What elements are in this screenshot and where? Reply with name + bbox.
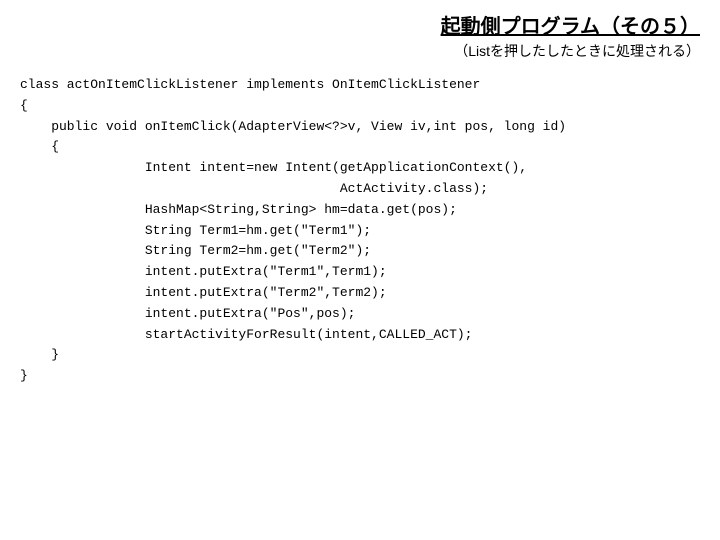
code-line: String Term2=hm.get("Term2"); [20, 243, 371, 258]
page-title: 起動側プログラム（その５） [441, 10, 700, 39]
page-subtitle: （Listを押したしたときに処理される） [20, 41, 700, 61]
code-line: public void onItemClick(AdapterView<?>v,… [20, 119, 566, 134]
code-line: } [20, 347, 59, 362]
code-line: intent.putExtra("Pos",pos); [20, 306, 355, 321]
code-line: String Term1=hm.get("Term1"); [20, 223, 371, 238]
code-line: HashMap<String,String> hm=data.get(pos); [20, 202, 457, 217]
code-line: intent.putExtra("Term2",Term2); [20, 285, 387, 300]
code-line: Intent intent=new Intent(getApplicationC… [20, 160, 527, 175]
code-line: class actOnItemClickListener implements … [20, 77, 480, 92]
code-line: { [20, 98, 28, 113]
code-line: ActActivity.class); [20, 181, 488, 196]
code-line: intent.putExtra("Term1",Term1); [20, 264, 387, 279]
header-area: 起動側プログラム（その５） （Listを押したしたときに処理される） [0, 0, 720, 65]
code-block: class actOnItemClickListener implements … [0, 65, 720, 397]
code-line: startActivityForResult(intent,CALLED_ACT… [20, 327, 472, 342]
code-line: } [20, 368, 28, 383]
code-line: { [20, 139, 59, 154]
